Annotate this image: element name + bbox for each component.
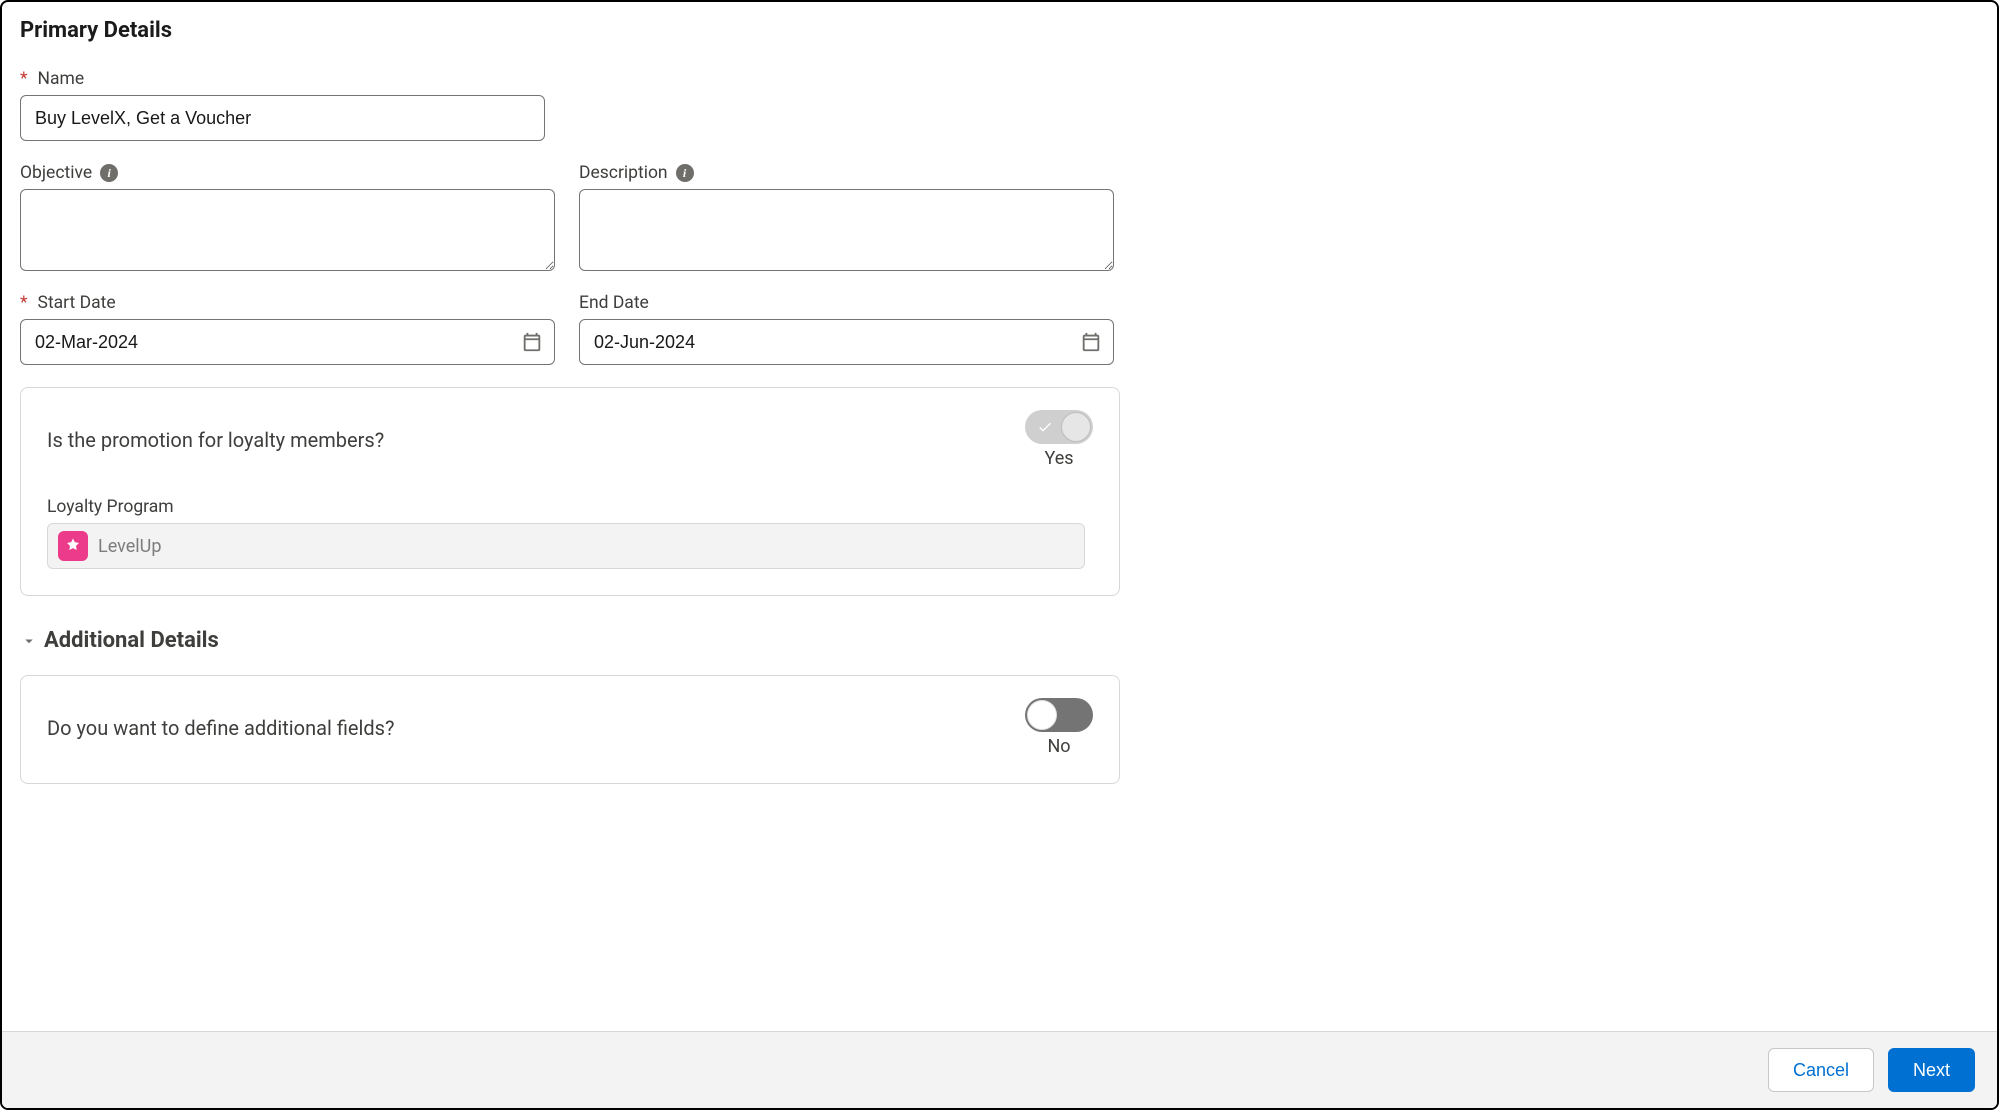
info-icon[interactable]: i bbox=[676, 164, 694, 182]
primary-details-heading: Primary Details bbox=[20, 18, 1979, 43]
additional-toggle[interactable] bbox=[1025, 698, 1093, 732]
end-date-label: End Date bbox=[579, 293, 1114, 313]
info-icon[interactable]: i bbox=[100, 164, 118, 182]
loyalty-program-label: Loyalty Program bbox=[47, 497, 1093, 517]
loyalty-program-value: LevelUp bbox=[98, 536, 161, 557]
additional-toggle-label: No bbox=[1047, 736, 1070, 757]
check-icon bbox=[1037, 419, 1053, 435]
additional-question: Do you want to define additional fields? bbox=[47, 716, 394, 740]
loyalty-toggle[interactable] bbox=[1025, 410, 1093, 444]
description-textarea[interactable] bbox=[579, 189, 1114, 271]
next-button[interactable]: Next bbox=[1888, 1048, 1975, 1092]
loyalty-question: Is the promotion for loyalty members? bbox=[47, 428, 384, 452]
additional-fields-card: Do you want to define additional fields?… bbox=[20, 675, 1120, 784]
loyalty-program-input[interactable]: LevelUp bbox=[47, 523, 1085, 569]
required-asterisk: * bbox=[20, 293, 28, 313]
objective-textarea[interactable] bbox=[20, 189, 555, 271]
loyalty-program-icon bbox=[58, 531, 88, 561]
additional-details-heading: Additional Details bbox=[44, 628, 219, 653]
required-asterisk: * bbox=[20, 69, 28, 89]
start-date-label: * Start Date bbox=[20, 293, 555, 313]
loyalty-toggle-label: Yes bbox=[1044, 448, 1073, 469]
name-input[interactable] bbox=[20, 95, 545, 141]
footer: Cancel Next bbox=[2, 1031, 1997, 1108]
objective-label: Objective i bbox=[20, 163, 555, 183]
cancel-button[interactable]: Cancel bbox=[1768, 1048, 1874, 1092]
end-date-input[interactable] bbox=[579, 319, 1114, 365]
name-label: * Name bbox=[20, 69, 545, 89]
loyalty-card: Is the promotion for loyalty members? Ye… bbox=[20, 387, 1120, 596]
chevron-down-icon bbox=[20, 632, 38, 650]
start-date-input[interactable] bbox=[20, 319, 555, 365]
description-label: Description i bbox=[579, 163, 1114, 183]
additional-details-toggle[interactable]: Additional Details bbox=[20, 628, 1979, 653]
